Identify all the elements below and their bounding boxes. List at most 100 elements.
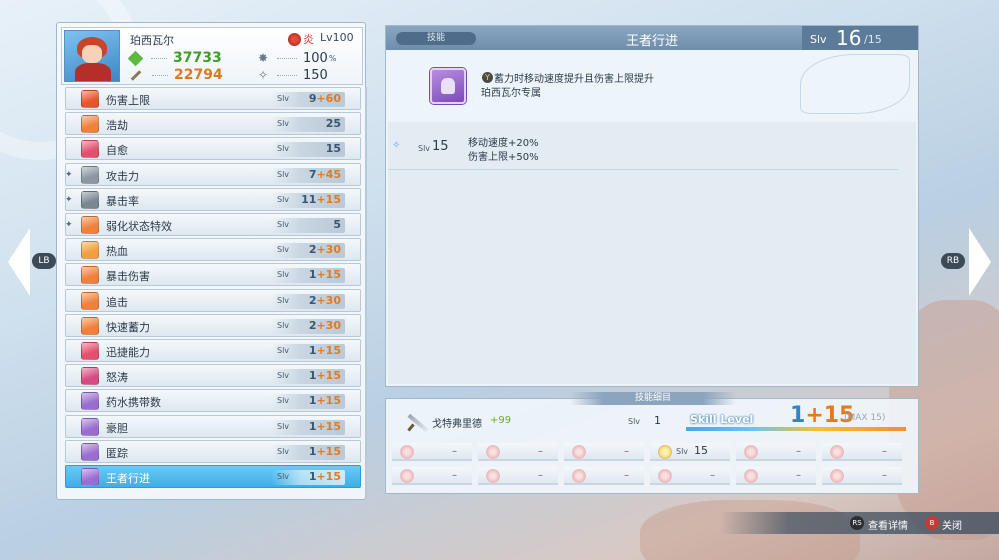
- gem-slot[interactable]: –: [736, 443, 816, 461]
- gem-slot[interactable]: –: [392, 443, 472, 461]
- slv-label: Slv: [277, 144, 290, 154]
- detail-slv-label: Slv: [810, 33, 827, 46]
- skill-name: 热血: [106, 245, 128, 259]
- skill-row[interactable]: ✦ 弱化状态特效 Slv 5: [65, 213, 361, 236]
- skill-level-box: Slv 2+30: [271, 243, 345, 259]
- slv-label: Slv: [277, 194, 290, 204]
- gem-slot[interactable]: –: [564, 467, 644, 485]
- skill-row[interactable]: 伤害上限 Slv 9+60: [65, 87, 361, 110]
- empty-dash: –: [452, 470, 457, 481]
- skill-name: 王者行进: [106, 472, 150, 485]
- gem-slv: 15: [694, 444, 708, 457]
- crit-unit: %: [328, 53, 337, 63]
- skill-name: 追击: [106, 295, 128, 309]
- skill-name: 自愈: [106, 144, 128, 158]
- skill-description: 蓄力时移动速度提升且伤害上限提升: [494, 74, 654, 85]
- skill-row[interactable]: 快速蓄力 Slv 2+30: [65, 313, 361, 337]
- gem-slot[interactable]: –: [650, 467, 730, 485]
- slv-label: Slv: [277, 245, 290, 255]
- skill-exclusive-note: 珀西瓦尔专属: [481, 88, 541, 99]
- level-effect-row: ✧ Slv 15 移动速度+20% 伤害上限+50%: [388, 124, 898, 170]
- skill-icon: [81, 367, 99, 386]
- gem-slot[interactable]: –: [736, 467, 816, 485]
- skill-level-box: Slv 2+30: [271, 293, 345, 309]
- skill-row[interactable]: ✦ 攻击力 Slv 7+45: [65, 162, 361, 186]
- equip-marker-icon: [65, 395, 75, 407]
- empty-dash: –: [882, 470, 887, 481]
- skill-row[interactable]: 豪胆 Slv 1+15: [65, 414, 361, 438]
- skill-list-scrollbar[interactable]: [365, 87, 367, 499]
- flower-gem-icon: [744, 445, 758, 459]
- empty-dash: –: [796, 470, 801, 481]
- weapon-slv-label: Slv: [628, 417, 641, 426]
- gem-slot[interactable]: –: [822, 443, 902, 461]
- y-button-icon: Y: [482, 72, 493, 83]
- skill-name: 豪胆: [106, 421, 128, 435]
- equip-marker-icon: [65, 345, 75, 357]
- skill-row[interactable]: 追击 Slv 2+30: [65, 288, 361, 312]
- skill-row[interactable]: 迅捷能力 Slv 1+15: [65, 339, 361, 362]
- skill-level: 1+15: [308, 470, 341, 483]
- gem-slot[interactable]: Slv 15: [650, 443, 730, 461]
- skill-icon: [81, 316, 99, 335]
- slv-label: Slv: [277, 421, 290, 431]
- skill-icon: [81, 165, 99, 184]
- detail-slv-max: /15: [864, 33, 882, 46]
- skill-level: 2+30: [308, 318, 341, 332]
- equip-marker-icon: [65, 370, 75, 382]
- skill-row[interactable]: 王者行进 Slv 1+15: [65, 465, 361, 488]
- gem-slot[interactable]: –: [392, 467, 472, 485]
- skill-icon: [81, 468, 99, 486]
- view-details-button[interactable]: 查看详情: [868, 517, 908, 532]
- skill-name: 暴击伤害: [106, 270, 150, 284]
- equip-marker-icon: [65, 93, 75, 105]
- skill-icon: [81, 216, 99, 234]
- skill-icon: [81, 291, 99, 310]
- equip-marker-icon: [65, 244, 75, 256]
- skill-level-box: Slv 2+30: [271, 318, 345, 334]
- skill-icon: [81, 90, 99, 108]
- flower-gem-icon: [572, 469, 586, 483]
- decorative-swirl: [800, 54, 910, 114]
- skill-row[interactable]: ✦ 暴击率 Slv 11+15: [65, 187, 361, 211]
- level-row-slv-label: Slv: [418, 144, 431, 153]
- equip-marker-icon: [65, 471, 75, 483]
- attack-sword-icon: [130, 69, 142, 81]
- skill-name: 暴击率: [106, 194, 139, 208]
- close-button[interactable]: 关闭: [942, 517, 962, 532]
- prev-arrow-icon[interactable]: [8, 228, 30, 296]
- skill-level: 1+15: [308, 419, 341, 433]
- skill-level: 11+15: [301, 192, 341, 206]
- empty-dash: –: [538, 470, 543, 481]
- gem-slot[interactable]: –: [564, 443, 644, 461]
- skill-name: 攻击力: [106, 169, 139, 183]
- next-arrow-icon[interactable]: [969, 228, 991, 296]
- empty-dash: –: [624, 446, 629, 457]
- equip-marker-icon: [65, 421, 75, 433]
- gem-slot[interactable]: –: [478, 467, 558, 485]
- sparkle-icon: ✧: [392, 140, 401, 151]
- character-header: 珀西瓦尔 炎 Lv100 37733 22794 ✸ 100 % ✧ 150: [61, 27, 363, 85]
- lb-button[interactable]: LB: [32, 253, 56, 269]
- rb-button[interactable]: RB: [941, 253, 965, 269]
- skill-icon: [81, 266, 99, 285]
- gem-slot[interactable]: –: [478, 443, 558, 461]
- detail-slv-current: 16: [836, 26, 862, 50]
- skill-icon: [81, 190, 99, 209]
- skill-row[interactable]: 药水携带数 Slv 1+15: [65, 389, 361, 413]
- skill-row[interactable]: 暴击伤害 Slv 1+15: [65, 263, 361, 287]
- gem-slot[interactable]: –: [822, 467, 902, 485]
- weapon-plus: +99: [490, 415, 512, 426]
- skill-row[interactable]: 怒涛 Slv 1+15: [65, 364, 361, 388]
- skill-row[interactable]: 热血 Slv 2+30: [65, 238, 361, 262]
- character-level: Lv100: [320, 31, 354, 44]
- skill-row[interactable]: 自愈 Slv 15: [65, 137, 361, 161]
- crit-value: 100: [303, 50, 328, 66]
- speed-icon: ✧: [258, 67, 269, 82]
- gem-slot-row: – – – Slv 15 – –: [392, 443, 912, 463]
- skill-row[interactable]: 匿踪 Slv 1+15: [65, 439, 361, 463]
- flower-gem-icon: [572, 445, 586, 459]
- level-row-slv: 15: [432, 139, 449, 154]
- skill-row[interactable]: 浩劫 Slv 25: [65, 112, 361, 136]
- weapon-slv: 1: [654, 414, 661, 427]
